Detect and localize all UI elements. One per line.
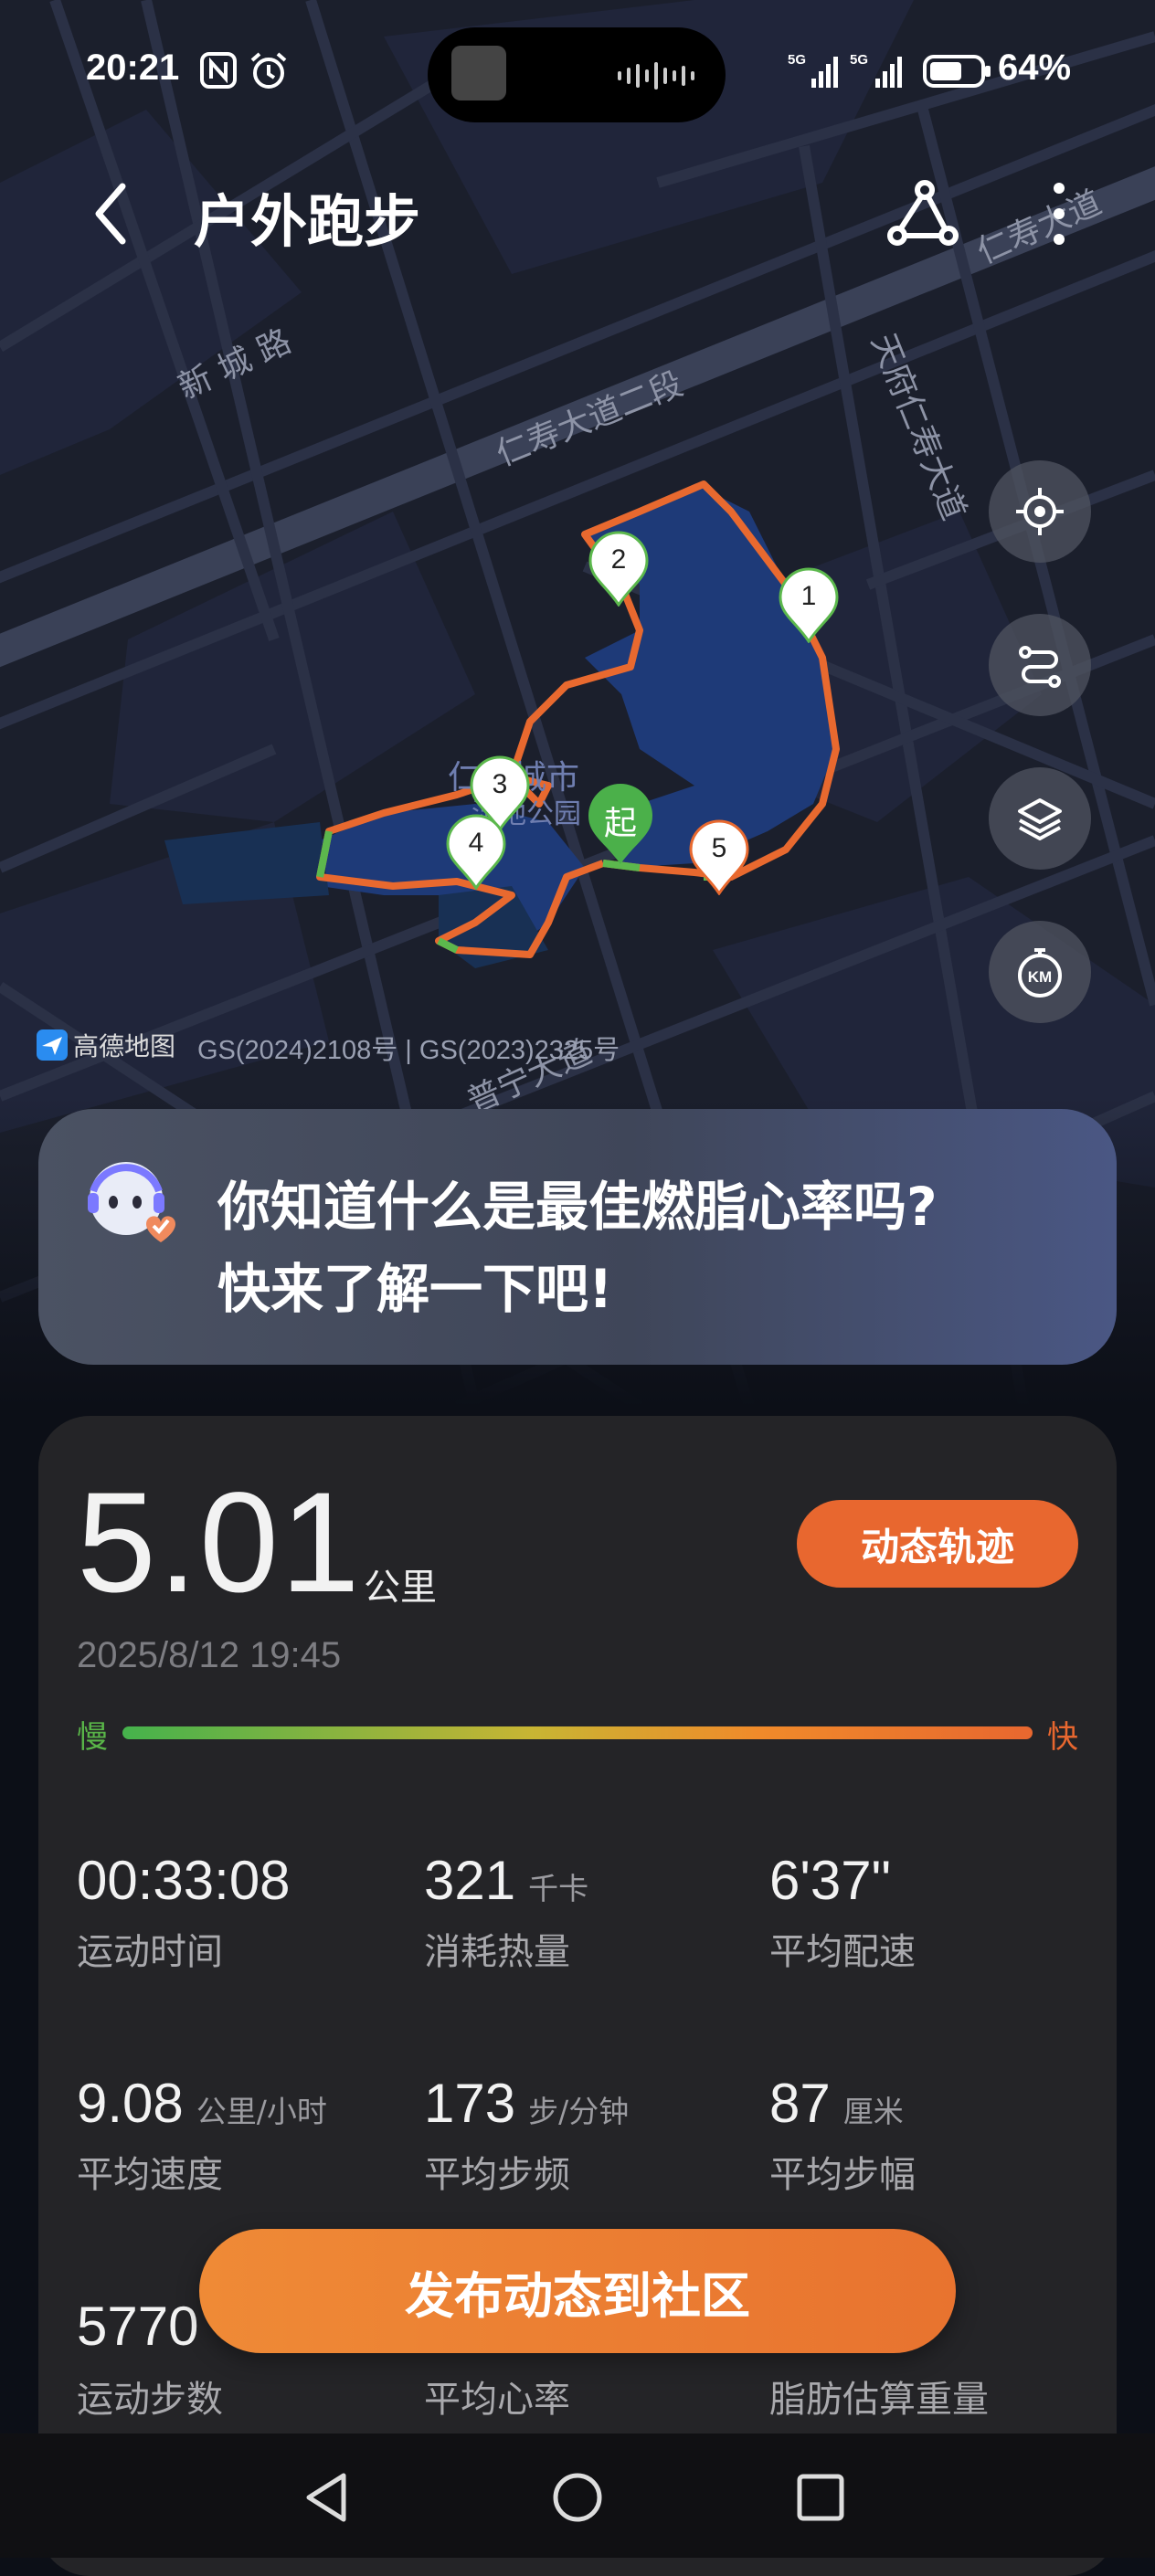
stat-label: 运动时间 [77, 1931, 223, 1973]
stat-label: 脂肪估算重量 [769, 2379, 989, 2421]
album-art-icon [451, 46, 506, 100]
stat-number: 87 [769, 2073, 831, 2134]
stat-number: 321 [424, 1850, 516, 1911]
start-marker-label: 起 [603, 804, 637, 841]
stat-value: 87 厘米 [769, 2072, 904, 2135]
stat-number: 00:33:08 [77, 1850, 291, 1911]
chevron-left-icon [95, 183, 126, 245]
stat-unit: 步/分钟 [528, 2094, 630, 2129]
stat-value: 9.08 公里/小时 [77, 2072, 327, 2135]
stat-unit: 厘米 [842, 2094, 904, 2129]
km-split-button[interactable]: KM [989, 921, 1091, 1023]
map-license-text: GS(2024)2108号 | GS(2023)2325号 [197, 1036, 620, 1065]
distance-value: 5.01 [77, 1463, 362, 1622]
locate-icon [1016, 488, 1064, 535]
square-recents-icon [797, 2474, 844, 2521]
audio-wave-icon [616, 62, 698, 93]
nfc-icon [199, 51, 238, 93]
km-marker-label: 3 [492, 769, 508, 799]
dynamic-track-button[interactable]: 动态轨迹 [797, 1500, 1078, 1588]
gaode-logo-icon [37, 1029, 68, 1061]
locate-button[interactable] [989, 460, 1091, 563]
stat-label: 平均配速 [769, 1931, 916, 1973]
km-marker-label: 1 [800, 581, 817, 611]
stat-label: 平均速度 [77, 2154, 223, 2196]
km-marker-label: 5 [711, 833, 727, 863]
stat-label: 运动步数 [77, 2379, 223, 2421]
alarm-icon [249, 51, 289, 95]
stat-value: 321 千卡 [424, 1849, 588, 1912]
assistant-mascot-icon [88, 1162, 175, 1242]
km-marker-pin[interactable]: 5 [687, 818, 751, 899]
stopwatch-km-icon: KM [1018, 948, 1062, 998]
stat-number: 5770 [77, 2296, 199, 2357]
stat-number: 6'37" [769, 1850, 891, 1911]
stat-value: 00:33:08 [77, 1849, 291, 1912]
svg-text:5G: 5G [850, 52, 868, 68]
route-icon [1019, 646, 1061, 688]
stat-label: 平均步频 [424, 2154, 570, 2196]
pace-fast-label: 快 [1047, 1719, 1078, 1756]
publish-to-community-button[interactable]: 发布动态到社区 [199, 2229, 956, 2353]
heart-rate-tip-banner[interactable]: 你知道什么是最佳燃脂心率吗? 快来了解一下吧! [38, 1109, 1117, 1365]
battery-percentage: 64% [998, 48, 1072, 88]
km-marker-label: 4 [468, 828, 484, 858]
share-button[interactable] [886, 179, 959, 252]
nav-home-button[interactable] [550, 2470, 605, 2528]
layers-icon [1018, 798, 1062, 840]
svg-text:5G: 5G [788, 52, 806, 68]
svg-text:KM: KM [1028, 968, 1052, 986]
stat-label: 消耗热量 [424, 1931, 570, 1973]
system-navigation-bar [0, 2433, 1155, 2558]
more-button[interactable] [1045, 179, 1073, 252]
stat-number: 173 [424, 2073, 516, 2134]
back-button[interactable] [88, 179, 143, 248]
stat-unit: 公里/小时 [196, 2094, 327, 2129]
km-marker-pin[interactable]: 2 [587, 530, 651, 610]
page-title: 户外跑步 [194, 188, 421, 255]
map-provider-logo: 高德地图 [37, 1027, 175, 1063]
stat-label: 平均步幅 [769, 2154, 916, 2196]
stat-value: 173 步/分钟 [424, 2072, 629, 2135]
pace-slow-label: 慢 [77, 1719, 108, 1756]
workout-datetime: 2025/8/12 19:45 [77, 1635, 342, 1675]
share-icon [887, 180, 959, 246]
stat-value: 6'37" [769, 1849, 891, 1912]
nav-back-button[interactable] [302, 2470, 353, 2528]
triangle-back-icon [306, 2473, 346, 2522]
start-marker-pin[interactable]: 起 [585, 782, 656, 870]
circle-home-icon [553, 2473, 602, 2522]
signal-5g-icon: 5G [788, 51, 842, 93]
stat-value: 5770 [77, 2295, 198, 2358]
km-marker-pin[interactable]: 1 [777, 566, 841, 647]
camera-cutout [428, 27, 726, 122]
map-layers-button[interactable] [989, 767, 1091, 870]
km-marker-label: 2 [610, 544, 627, 575]
banner-text: 你知道什么是最佳燃脂心率吗? 快来了解一下吧! [217, 1166, 938, 1330]
pace-gradient-bar [122, 1726, 1033, 1739]
stat-number: 9.08 [77, 2073, 184, 2134]
banner-line: 你知道什么是最佳燃脂心率吗? [217, 1176, 938, 1238]
stat-label: 平均心率 [424, 2379, 570, 2421]
status-time: 20:21 [86, 48, 180, 88]
signal-5g-icon: 5G [850, 51, 908, 93]
nav-recents-button[interactable] [795, 2472, 846, 2527]
banner-line: 快来了解一下吧! [217, 1258, 613, 1320]
distance-unit: 公里 [364, 1567, 437, 1609]
map-provider-name: 高德地图 [73, 1031, 176, 1061]
battery-icon [923, 55, 992, 91]
km-marker-pin[interactable]: 4 [444, 813, 508, 893]
more-vertical-icon [1054, 183, 1065, 245]
route-toggle-button[interactable] [989, 614, 1091, 716]
stat-unit: 千卡 [528, 1871, 589, 1906]
